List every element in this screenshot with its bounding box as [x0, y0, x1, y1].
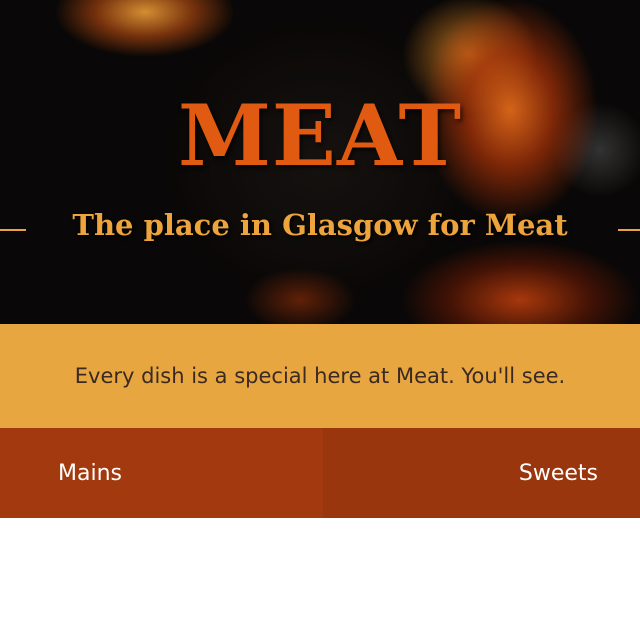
site-title: MEAT — [177, 86, 463, 185]
hero-banner: MEAT The place in Glasgow for Meat — [0, 0, 640, 324]
nav-item-sweets[interactable]: Sweets — [323, 428, 640, 518]
site-subtitle: The place in Glasgow for Meat — [72, 208, 568, 242]
nav-item-label: Mains — [58, 460, 122, 486]
tagline-band: Every dish is a special here at Meat. Yo… — [0, 324, 640, 428]
page: MEAT The place in Glasgow for Meat Every… — [0, 0, 640, 640]
nav-item-mains[interactable]: Mains — [0, 428, 323, 518]
nav-item-label: Sweets — [518, 460, 598, 486]
tagline-text: Every dish is a special here at Meat. Yo… — [74, 364, 566, 388]
menu-nav: Mains Sweets — [0, 428, 640, 518]
